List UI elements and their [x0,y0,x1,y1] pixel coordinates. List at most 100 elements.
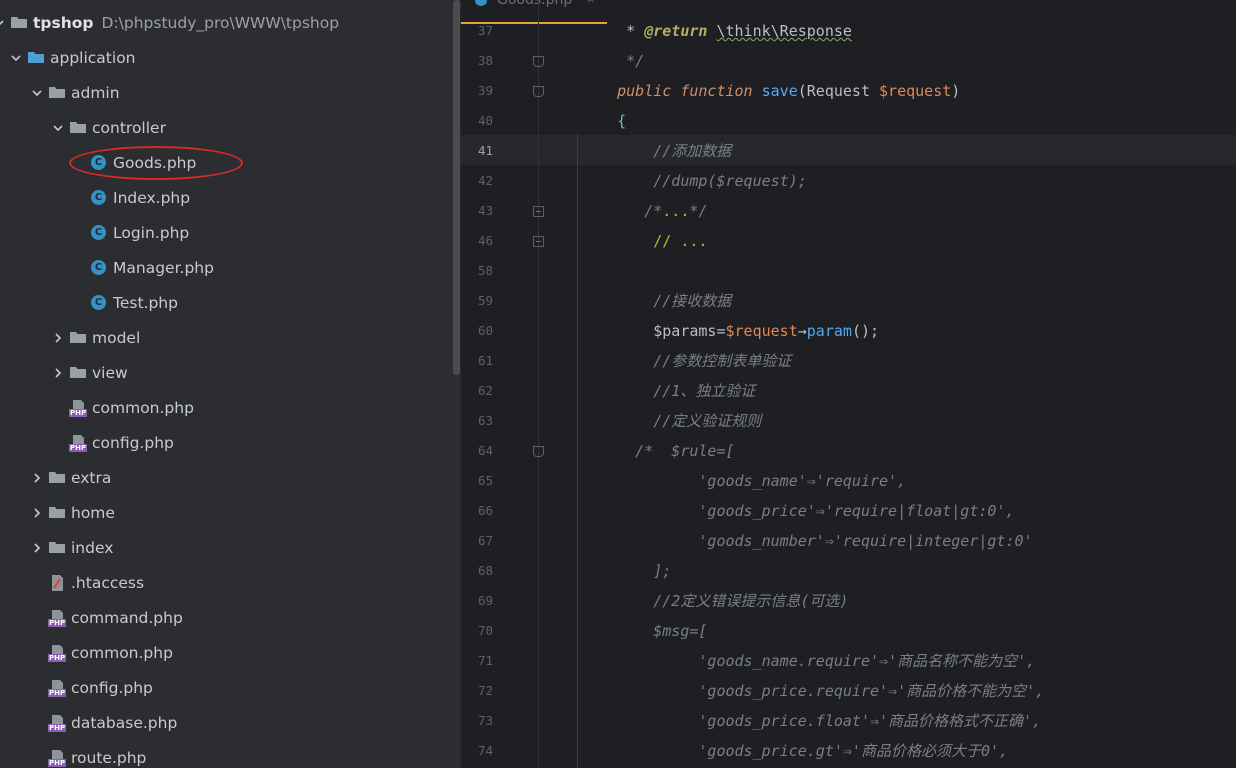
php-file-icon: PHP [48,609,67,627]
code-token: → [797,322,807,340]
chevron-right-icon[interactable] [51,331,65,345]
tree-item-label: Index.php [113,188,191,207]
code-token: 'goods_name'⇒'require', [581,472,907,490]
chevron-down-icon[interactable] [51,121,65,135]
tree-item-label: Login.php [113,223,190,242]
line-number: 62 [477,383,493,398]
code-line[interactable]: ]; [581,556,671,586]
tree-item-label: model [92,328,141,347]
code-token: //参数控制表单验证 [581,352,792,370]
code-line[interactable]: 'goods_price.float'⇒'商品价格格式不正确', [581,706,1041,736]
code-token: { [581,112,627,130]
source-folder-icon [27,49,45,67]
tree-item[interactable]: C Login.php [0,215,460,250]
tree-item[interactable]: application [0,40,460,75]
code-line[interactable]: 'goods_name.require'⇒'商品名称不能为空', [581,646,1035,676]
tree-item[interactable]: view [0,355,460,390]
line-number: 40 [477,113,493,128]
tree-item-label: application [50,48,136,67]
tree-item-label: common.php [71,643,173,662]
tree-item-label: common.php [92,398,194,417]
code-line[interactable]: //定义验证规则 [581,406,761,436]
code-line[interactable]: */ [581,46,644,76]
code-line[interactable]: 'goods_price'⇒'require|float|gt:0', [581,496,1014,526]
tree-item[interactable]: PHP config.php [0,670,460,705]
code-token: public function [581,82,762,100]
line-number: 65 [477,473,493,488]
tree-item[interactable]: C Test.php [0,285,460,320]
code-token: 'goods_name.require'⇒'商品名称不能为空', [581,652,1036,670]
code-line[interactable]: 'goods_price.gt'⇒'商品价格必须大于0', [581,736,1008,766]
folder-icon [69,119,87,137]
code-line[interactable]: /* $rule=[ [581,436,734,466]
php-class-icon: C [90,189,108,207]
tree-item[interactable]: admin [0,75,460,110]
tree-item-label: Manager.php [113,258,214,277]
code-line[interactable]: 'goods_price.require'⇒'商品价格不能为空', [581,676,1044,706]
code-line[interactable]: //接收数据 [581,286,731,316]
code-line[interactable]: $params=$request→param(); [581,316,879,346]
line-number: 70 [477,623,493,638]
sidebar-scrollbar[interactable] [453,0,460,375]
chevron-down-icon[interactable] [9,51,23,65]
fold-collapse-icon[interactable] [533,446,544,457]
tree-item[interactable]: PHP route.php [0,740,460,768]
chevron-right-icon[interactable] [51,366,65,380]
tree-item-label: index [71,538,114,557]
tree-item[interactable]: model [0,320,460,355]
tab-close-icon[interactable]: × [587,0,594,6]
folder-icon [10,14,28,32]
tree-item[interactable]: PHP command.php [0,600,460,635]
code-line[interactable]: //参数控制表单验证 [581,346,791,376]
chevron-right-icon[interactable] [30,471,44,485]
tree-item[interactable]: controller [0,110,460,145]
chevron-down-icon[interactable] [0,16,6,30]
tree-item[interactable]: home [0,495,460,530]
chevron-right-icon[interactable] [30,541,44,555]
tree-item[interactable]: PHP common.php [0,390,460,425]
code-line[interactable]: 'goods_number'⇒'require|integer|gt:0' [581,526,1032,556]
code-line[interactable]: { [581,106,626,136]
tree-item[interactable]: PHP config.php [0,425,460,460]
php-file-icon: PHP [69,399,88,417]
php-file-icon: PHP [48,679,67,697]
tree-item-label: database.php [71,713,178,732]
tree-item[interactable]: C Manager.php [0,250,460,285]
tree-item[interactable]: index [0,530,460,565]
fold-expand-icon[interactable] [533,236,544,247]
code-line[interactable]: //1、独立验证 [581,376,755,406]
folder-icon [48,504,66,522]
code-token: 'goods_price'⇒'require|float|gt:0', [581,502,1015,520]
chevron-down-icon[interactable] [30,86,44,100]
code-token: $request [725,322,798,340]
tree-item[interactable]: PHP common.php [0,635,460,670]
fold-collapse-icon[interactable] [533,56,544,67]
code-token: @return [644,22,708,40]
fold-collapse-icon[interactable] [533,86,544,97]
code-line[interactable]: //dump($request); [581,166,807,196]
tree-item-label: home [71,503,115,522]
tree-item[interactable]: extra [0,460,460,495]
code-line[interactable]: /*...*/ [581,196,707,226]
config-file-icon [48,574,66,592]
code-line[interactable]: $msg=[ [581,616,707,646]
code-line[interactable]: * @return \think\Response [581,16,852,46]
code-token: $msg=[ [581,622,708,640]
code-line[interactable]: //添加数据 [581,136,731,166]
code-editor[interactable]: Goods.php × 37 * @return \think\Response… [461,0,1236,768]
code-line[interactable]: // ... [581,226,707,256]
chevron-right-icon[interactable] [30,506,44,520]
tree-item[interactable]: .htaccess [0,565,460,600]
tree-item[interactable]: tpshop D:\phpstudy_pro\WWW\tpshop [0,5,452,40]
tree-item-label: extra [71,468,112,487]
code-line[interactable]: //2定义错误提示信息(可选) [581,586,848,616]
tree-item-label: Test.php [113,293,178,312]
code-line[interactable]: public function save(Request $request) [581,76,960,106]
indent-guide [577,134,578,768]
tree-item[interactable]: C Index.php [0,180,460,215]
gutter-divider [538,0,539,768]
fold-expand-icon[interactable] [533,206,544,217]
line-number: 61 [477,353,493,368]
code-line[interactable]: 'goods_name'⇒'require', [581,466,906,496]
tree-item[interactable]: PHP database.php [0,705,460,740]
